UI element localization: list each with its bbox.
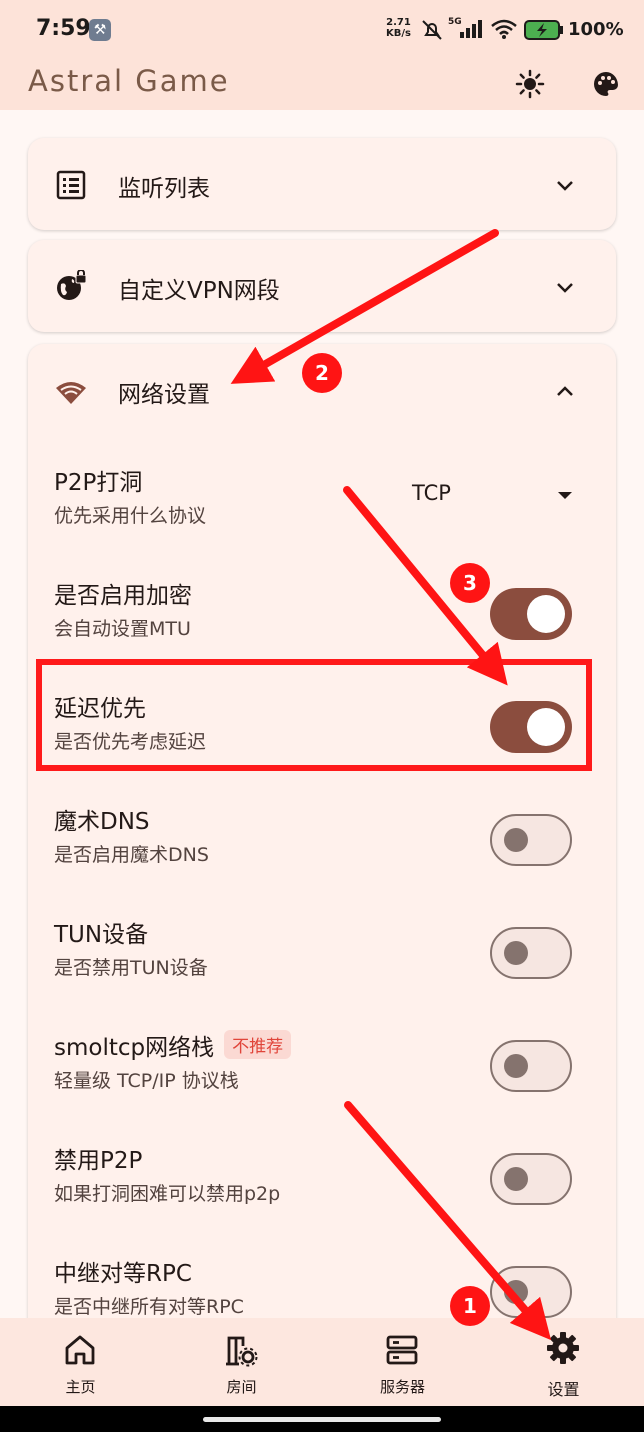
signal-icon	[460, 20, 482, 38]
encryption-switch[interactable]	[490, 588, 572, 640]
not-recommended-badge: 不推荐	[224, 1030, 292, 1059]
setting-tun-title: TUN设备	[54, 922, 149, 948]
theme-toggle-button[interactable]	[510, 64, 550, 104]
card-custom-vpn-title: 自定义VPN网段	[118, 278, 280, 304]
status-time: 7:59	[36, 16, 91, 41]
setting-smoltcp-subtitle: 轻量级 TCP/IP 协议栈	[54, 1070, 239, 1092]
palette-icon	[594, 72, 618, 96]
status-bar: 7:59 ⚒ 2.71 KB/s 5G 100%	[0, 0, 644, 58]
card-listen-list[interactable]: 监听列表	[28, 138, 616, 230]
setting-disable-p2p-row: 禁用P2P 如果打洞困难可以禁用p2p	[28, 1125, 616, 1225]
card-listen-list-header[interactable]: 监听列表	[28, 138, 616, 232]
setting-encryption-row: 是否启用加密 会自动设置MTU	[28, 560, 616, 660]
nav-home-label: 主页	[65, 1378, 96, 1396]
setting-tun-row: TUN设备 是否禁用TUN设备	[28, 899, 616, 999]
switch-knob	[504, 941, 528, 965]
battery-percent: 100%	[568, 19, 624, 40]
gear-icon	[547, 1332, 579, 1364]
home-gesture-handle[interactable]	[203, 1417, 441, 1422]
nav-rooms[interactable]: 房间	[161, 1318, 322, 1406]
setting-p2p-row: P2P打洞 优先采用什么协议 TCP	[28, 447, 616, 547]
annotation-highlight-box	[36, 659, 592, 771]
setting-disable-p2p-subtitle: 如果打洞困难可以禁用p2p	[54, 1183, 281, 1205]
setting-tun-subtitle: 是否禁用TUN设备	[54, 957, 208, 979]
globe-lock-icon	[57, 270, 87, 300]
battery-icon	[524, 20, 563, 40]
network-speed-value: 2.71	[386, 17, 411, 28]
chevron-down-icon	[557, 283, 573, 293]
setting-p2p-title: P2P打洞	[54, 470, 143, 496]
nav-rooms-label: 房间	[226, 1378, 257, 1396]
home-icon	[65, 1335, 95, 1365]
chevron-up-icon	[557, 386, 573, 396]
sun-icon	[515, 69, 545, 99]
card-network-settings: 网络设置 P2P打洞 优先采用什么协议 TCP 是否启用加密 会自动设置MTU …	[28, 344, 616, 1334]
server-icon	[386, 1335, 418, 1365]
nav-servers-label: 服务器	[379, 1378, 425, 1396]
annotation-badge-3: 3	[450, 563, 490, 603]
setting-smoltcp-row: smoltcp网络栈 不推荐 轻量级 TCP/IP 协议栈	[28, 1012, 616, 1112]
nav-servers[interactable]: 服务器	[322, 1318, 483, 1406]
network-speed: 2.71 KB/s	[386, 17, 411, 39]
switch-knob	[504, 1280, 528, 1304]
setting-magic-dns-row: 魔术DNS 是否启用魔术DNS	[28, 786, 616, 886]
nav-home[interactable]: 主页	[0, 1318, 161, 1406]
chevron-down-icon	[557, 181, 573, 191]
setting-relay-rpc-subtitle: 是否中继所有对等RPC	[54, 1296, 244, 1318]
dropdown-arrow-icon	[558, 492, 572, 499]
network-speed-unit: KB/s	[386, 28, 411, 39]
card-network-settings-title: 网络设置	[118, 382, 210, 408]
nav-settings-label: 设置	[547, 1380, 580, 1399]
card-custom-vpn[interactable]: 自定义VPN网段	[28, 240, 616, 332]
setting-encryption-title: 是否启用加密	[54, 583, 192, 609]
system-gesture-bar	[0, 1406, 644, 1432]
card-custom-vpn-header[interactable]: 自定义VPN网段	[28, 240, 616, 334]
setting-relay-rpc-title: 中继对等RPC	[54, 1261, 192, 1287]
switch-knob	[504, 828, 528, 852]
smoltcp-switch[interactable]	[490, 1040, 572, 1092]
tun-switch[interactable]	[490, 927, 572, 979]
list-icon	[56, 170, 86, 200]
relay-rpc-switch[interactable]	[490, 1266, 572, 1318]
setting-magic-dns-title: 魔术DNS	[54, 809, 150, 835]
room-settings-icon	[226, 1336, 258, 1367]
wrench-icon: ⚒	[89, 19, 111, 41]
wifi-status-icon	[491, 19, 517, 39]
setting-smoltcp-title-wrap: smoltcp网络栈 不推荐	[54, 1028, 292, 1062]
setting-smoltcp-title: smoltcp网络栈	[54, 1035, 215, 1061]
palette-button[interactable]	[586, 64, 626, 104]
setting-encryption-subtitle: 会自动设置MTU	[54, 618, 191, 640]
disable-p2p-switch[interactable]	[490, 1153, 572, 1205]
wifi-icon	[56, 382, 86, 404]
switch-knob	[504, 1054, 528, 1078]
app-bar: Astral Game	[0, 58, 644, 110]
magic-dns-switch[interactable]	[490, 814, 572, 866]
setting-magic-dns-subtitle: 是否启用魔术DNS	[54, 844, 209, 866]
setting-disable-p2p-title: 禁用P2P	[54, 1148, 143, 1174]
p2p-protocol-value: TCP	[412, 481, 451, 505]
card-listen-list-title: 监听列表	[118, 176, 210, 202]
annotation-badge-1: 1	[450, 1286, 490, 1326]
nav-settings[interactable]: 设置	[483, 1318, 644, 1406]
p2p-protocol-dropdown[interactable]: TCP	[412, 477, 572, 517]
app-title: Astral Game	[28, 64, 230, 98]
switch-knob	[527, 595, 565, 633]
switch-knob	[504, 1167, 528, 1191]
annotation-badge-2: 2	[302, 353, 342, 393]
bottom-navigation: 主页 房间 服务器 设置	[0, 1318, 644, 1406]
mute-alarm-icon	[422, 20, 442, 40]
setting-p2p-subtitle: 优先采用什么协议	[54, 505, 207, 527]
